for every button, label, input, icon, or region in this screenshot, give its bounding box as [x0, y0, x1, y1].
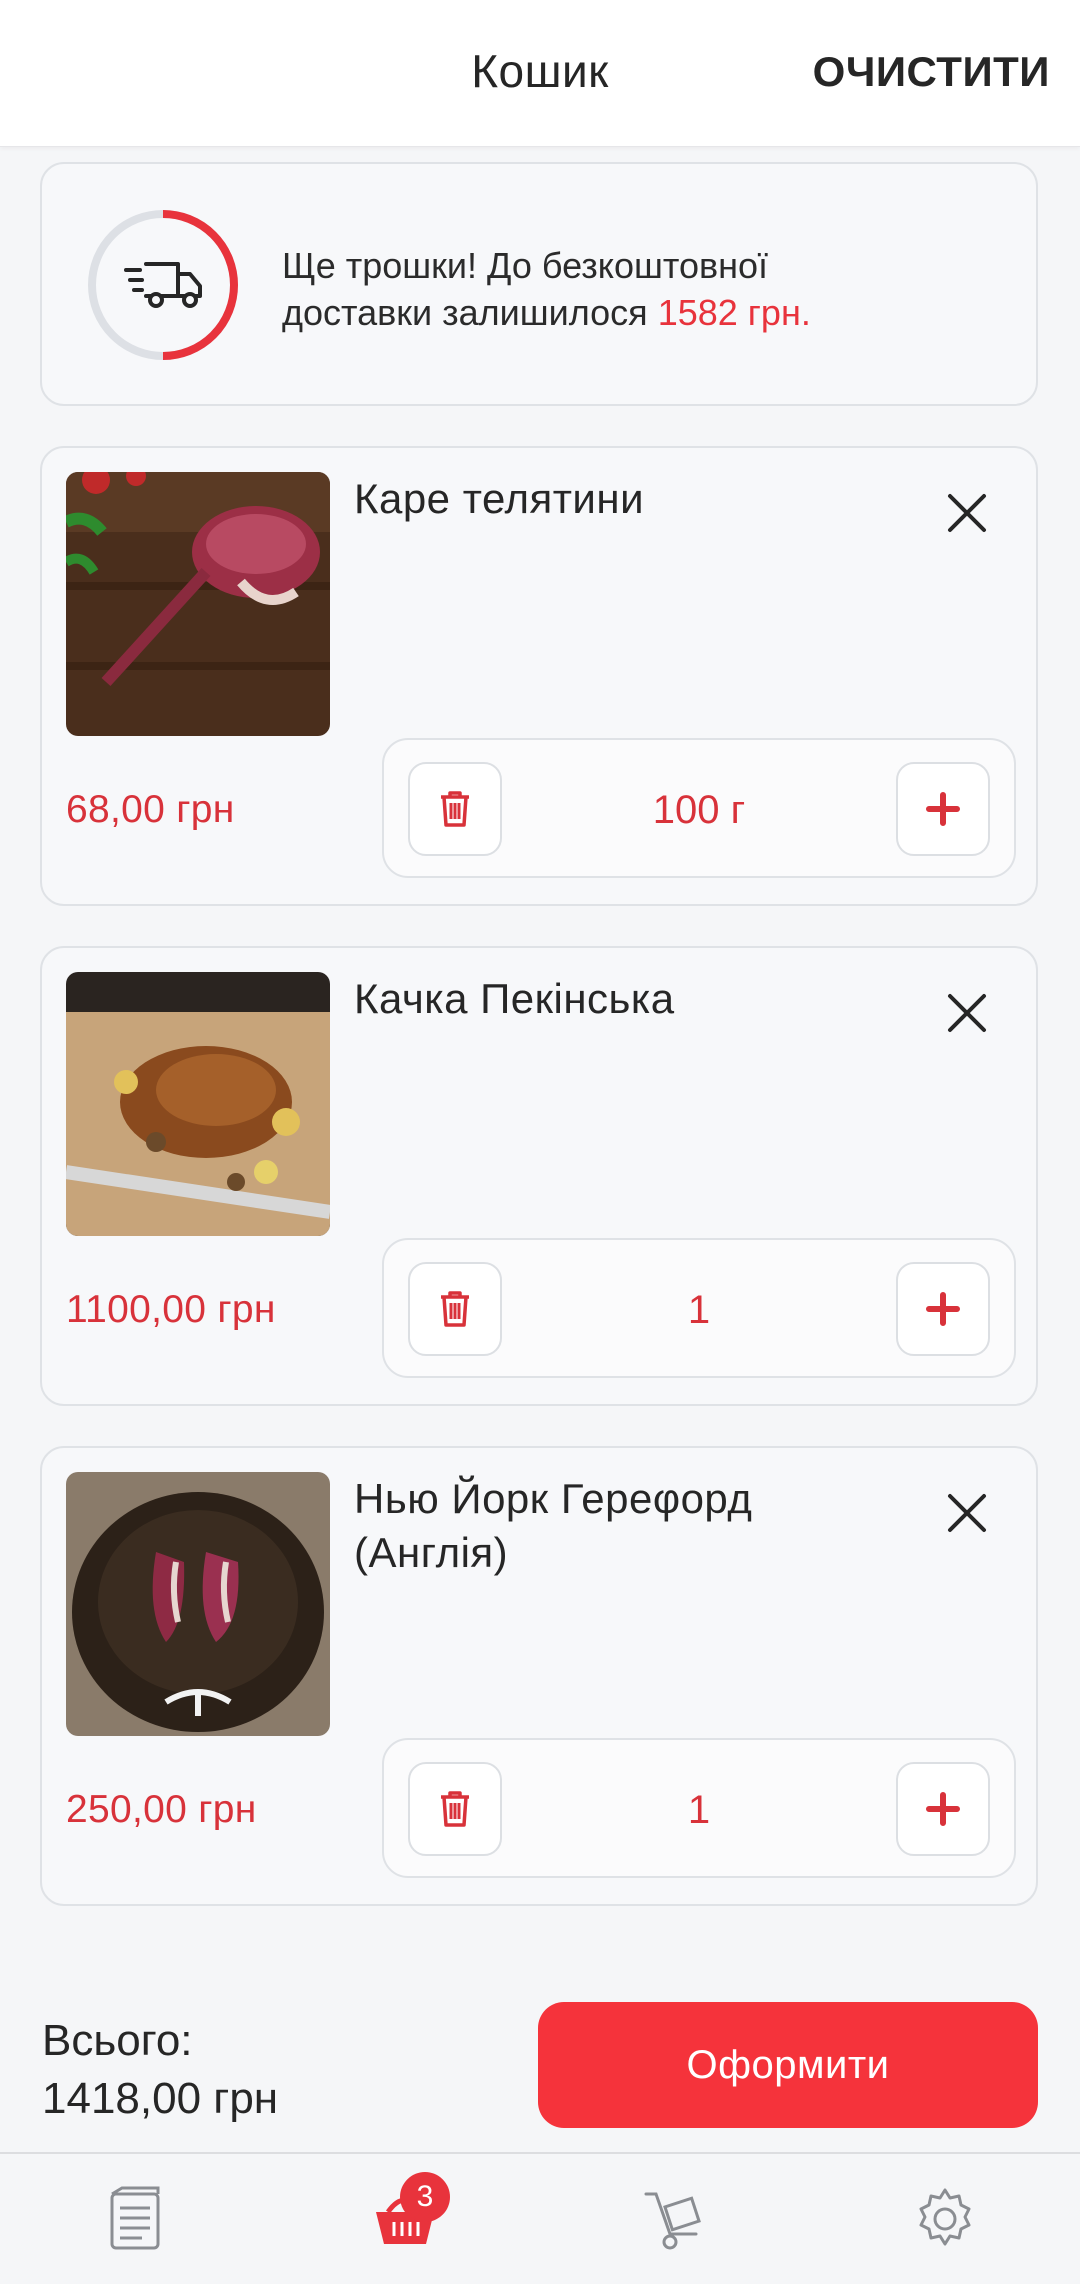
product-image	[66, 472, 330, 736]
total-value: 1418,00 грн	[42, 2074, 279, 2123]
delivery-message: Ще трошки! До безкоштовної доставки зали…	[282, 245, 811, 333]
remove-item-icon[interactable]	[942, 488, 992, 538]
remove-item-icon[interactable]	[942, 1488, 992, 1538]
product-image	[66, 972, 330, 1236]
checkout-button[interactable]: Оформити	[538, 2002, 1038, 2128]
product-price: 1100,00 грн	[66, 1288, 276, 1331]
cart-item: Нью Йорк Гереφорд (Англія) 250,00 грн 1	[40, 1446, 1038, 1906]
clear-cart-button[interactable]: ОЧИСТИТИ	[813, 48, 1050, 96]
bottom-navigation	[0, 2152, 1080, 2284]
delivery-amount-left: 1582 грн.	[657, 292, 811, 333]
delivery-icon[interactable]	[640, 2184, 710, 2254]
product-price: 68,00 грн	[66, 788, 235, 831]
cart-item: Каре телятини 68,00 грн 100 г	[40, 446, 1038, 906]
increase-button[interactable]	[896, 762, 990, 856]
increase-button[interactable]	[896, 1262, 990, 1356]
cart-count-badge: 3	[400, 2172, 450, 2222]
catalog-icon[interactable]	[100, 2184, 170, 2254]
quantity-stepper: 1	[382, 1738, 1016, 1878]
delete-button[interactable]	[408, 1262, 502, 1356]
product-name: Каре телятини	[354, 475, 645, 522]
delete-button[interactable]	[408, 1762, 502, 1856]
quantity-stepper: 100 г	[382, 738, 1016, 878]
trash-icon	[441, 1291, 469, 1327]
quantity-value: 1	[687, 1788, 711, 1832]
settings-icon[interactable]	[910, 2184, 980, 2254]
product-image	[66, 1472, 330, 1736]
quantity-value: 1	[687, 1288, 711, 1332]
header: Кошик ОЧИСТИТИ	[0, 0, 1080, 147]
product-price: 250,00 грн	[66, 1788, 257, 1831]
product-name: Качка Пекінська	[354, 975, 675, 1022]
cart-item: Качка Пекінська 1100,00 грн 1	[40, 946, 1038, 1406]
product-name: Нью Йорк Гереφорд (Англія)	[354, 1475, 753, 1576]
trash-icon	[441, 791, 469, 827]
plus-icon	[926, 792, 960, 826]
free-delivery-banner: Ще трошки! До безкоштовної доставки зали…	[40, 162, 1038, 406]
order-total: Всього: 1418,00 грн	[42, 2012, 278, 2128]
trash-icon	[441, 1791, 469, 1827]
quantity-value: 100 г	[652, 788, 746, 832]
truck-icon	[124, 262, 202, 308]
plus-icon	[926, 1792, 960, 1826]
increase-button[interactable]	[896, 1762, 990, 1856]
delete-button[interactable]	[408, 762, 502, 856]
total-label: Всього:	[42, 2016, 193, 2065]
remove-item-icon[interactable]	[942, 988, 992, 1038]
delivery-progress-ring	[88, 210, 238, 360]
quantity-stepper: 1	[382, 1238, 1016, 1378]
plus-icon	[926, 1292, 960, 1326]
